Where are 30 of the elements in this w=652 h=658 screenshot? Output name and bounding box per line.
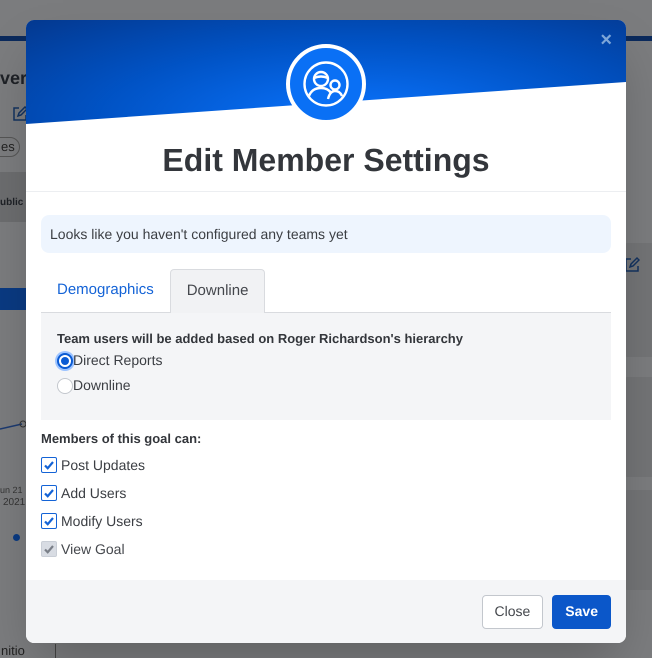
page-title: ver — [0, 69, 28, 87]
radio-label: Direct Reports — [73, 351, 162, 370]
tab[interactable]: Downline — [170, 269, 266, 313]
page-button[interactable]: nitio — [0, 644, 56, 658]
dialog-title: Edit Member Settings — [161, 141, 491, 180]
filter-chip[interactable]: es — [0, 137, 20, 157]
tab[interactable]: Demographics — [41, 268, 170, 312]
checkbox[interactable] — [41, 485, 57, 501]
axis-label: un 21 — [0, 486, 23, 495]
edit-icon[interactable] — [624, 256, 640, 273]
info-notice: Looks like you haven't configured any teams yet — [41, 215, 611, 253]
radio-button[interactable] — [57, 352, 73, 368]
checkbox[interactable] — [41, 457, 57, 473]
checkbox-label: Modify Users — [61, 512, 143, 531]
checkbox[interactable] — [41, 513, 57, 529]
axis-label: 2021 — [3, 498, 26, 508]
radio-button[interactable] — [57, 378, 73, 394]
checkbox-label: Add Users — [61, 484, 126, 502]
section-heading: Team users will be added based on Roger Richardson's hierarchy — [57, 330, 464, 348]
edit-icon — [12, 106, 28, 122]
close-button[interactable]: × — [600, 30, 612, 50]
section-heading: ublic — [0, 196, 24, 210]
save-button[interactable]: Save — [552, 594, 611, 628]
banner-strip — [0, 288, 26, 310]
radio-label: Downline — [73, 376, 131, 395]
checkbox-label: Post Updates — [61, 456, 146, 475]
section-heading: Members of this goal can: — [41, 430, 202, 448]
close-button[interactable]: Close — [482, 594, 544, 628]
section-band — [0, 172, 26, 222]
checkbox-label: View Goal — [61, 540, 125, 558]
